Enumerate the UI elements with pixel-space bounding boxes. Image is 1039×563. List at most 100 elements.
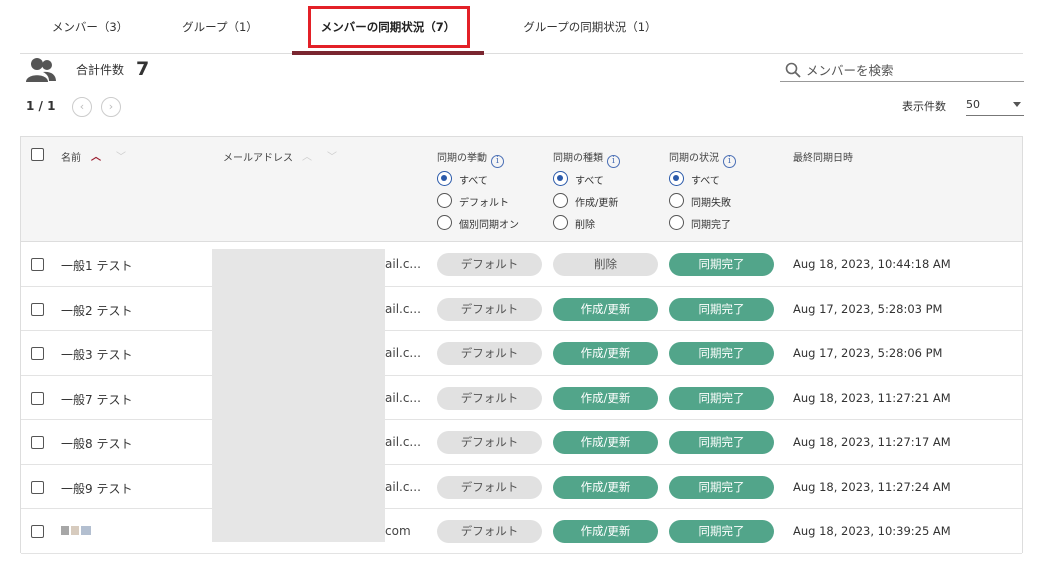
highlight-box (308, 6, 470, 48)
table-row[interactable]: 一般9 テスト ail.c... デフォルト 作成/更新 同期完了 Aug 18… (21, 464, 1022, 509)
redaction-mask (212, 249, 385, 542)
table-row[interactable]: 一般3 テスト ail.c... デフォルト 作成/更新 同期完了 Aug 17… (21, 331, 1022, 376)
member-email: ail.c... (385, 390, 421, 405)
radio-label: 削除 (575, 220, 595, 231)
per-page-select[interactable]: 50 (966, 96, 1024, 116)
chevron-right-icon[interactable]: › (101, 97, 121, 117)
last-sync-date: Aug 18, 2023, 10:39:25 AM (793, 524, 951, 538)
radio-label: すべて (575, 176, 604, 187)
kind-badge: 削除 (553, 253, 658, 276)
col-behavior: 同期の挙動 i (437, 149, 504, 168)
table-row[interactable]: 一般7 テスト ail.c... デフォルト 作成/更新 同期完了 Aug 18… (21, 375, 1022, 420)
last-sync-date: Aug 17, 2023, 5:28:06 PM (793, 346, 943, 360)
member-email: ail.c... (385, 346, 421, 360)
radio-circle (669, 171, 684, 186)
member-email: ail.c... (385, 257, 421, 271)
kind-badge: 作成/更新 (553, 386, 658, 410)
member-sync-table: 名前 ︿ ﹀ メールアドレス ︿ ﹀ 同期の挙動 i 同期の種類 i 同期の状況 i … (20, 136, 1023, 554)
per-page-value: 50 (966, 98, 980, 111)
select-all-checkbox[interactable] (31, 148, 44, 161)
search-icon (785, 62, 801, 78)
tab-group-sync-status[interactable]: グループの同期状況（1） (500, 0, 680, 54)
people-icon (26, 58, 56, 82)
last-sync-date: Aug 18, 2023, 11:27:17 AM (793, 435, 951, 449)
radio-circle (437, 215, 452, 230)
col-last-sync: 最終同期日時 (793, 153, 853, 164)
kind-badge: 作成/更新 (553, 475, 658, 499)
col-email: メールアドレス (223, 153, 293, 164)
row-checkbox[interactable] (31, 525, 44, 538)
table-row[interactable]: com デフォルト 作成/更新 同期完了 Aug 18, 2023, 10:39… (21, 509, 1022, 554)
col-behavior-label: 同期の挙動 (437, 153, 487, 164)
col-kind-label: 同期の種類 (553, 153, 603, 164)
status-badge: 同期完了 (669, 297, 774, 321)
radio-circle (669, 215, 684, 230)
search-input[interactable] (806, 60, 1021, 80)
radio-circle (437, 193, 452, 208)
total-count-label: 合計件数 (76, 63, 125, 77)
chevron-left-icon[interactable]: ‹ (72, 97, 92, 117)
status-badge: 同期完了 (669, 342, 774, 365)
member-name: 一般7 テスト (61, 392, 133, 407)
redacted-name (61, 526, 91, 535)
member-name: 一般9 テスト (61, 481, 133, 496)
table-row[interactable]: 一般1 テスト ail.c... デフォルト 削除 同期完了 Aug 18, 2… (21, 242, 1022, 287)
sort-up-icon[interactable]: ︿ (302, 148, 312, 163)
info-icon[interactable]: i (723, 155, 736, 168)
dropdown-caret-icon (1013, 102, 1021, 107)
member-email: com (385, 524, 411, 538)
radio-label: すべて (459, 176, 488, 187)
row-checkbox[interactable] (31, 347, 44, 360)
info-icon[interactable]: i (491, 155, 504, 168)
kind-badge: 作成/更新 (553, 297, 658, 321)
last-sync-date: Aug 18, 2023, 10:44:18 AM (793, 257, 951, 271)
kind-badge: 作成/更新 (553, 520, 658, 543)
info-icon[interactable]: i (607, 155, 620, 168)
member-email: ail.c... (385, 479, 421, 494)
col-status-label: 同期の状況 (669, 153, 719, 164)
table-header: 名前 ︿ ﹀ メールアドレス ︿ ﹀ 同期の挙動 i 同期の種類 i 同期の状況 i … (21, 137, 1022, 242)
radio-label: 同期完了 (691, 220, 731, 231)
row-checkbox[interactable] (31, 302, 44, 316)
kind-badge: 作成/更新 (553, 431, 658, 454)
behavior-badge: デフォルト (437, 253, 542, 276)
table-row[interactable]: 一般2 テスト ail.c... デフォルト 作成/更新 同期完了 Aug 17… (21, 286, 1022, 331)
radio-label: デフォルト (459, 198, 509, 209)
member-name: 一般2 テスト (61, 303, 133, 318)
row-checkbox[interactable] (31, 391, 44, 405)
sort-down-icon[interactable]: ﹀ (327, 148, 337, 163)
sort-up-icon[interactable]: ︿ (91, 148, 101, 163)
member-email: ail.c... (385, 435, 421, 449)
member-name: 一般8 テスト (61, 437, 133, 451)
last-sync-date: Aug 18, 2023, 11:27:21 AM (793, 390, 951, 405)
behavior-badge: デフォルト (437, 342, 542, 365)
row-checkbox[interactable] (31, 436, 44, 449)
last-sync-date: Aug 17, 2023, 5:28:03 PM (793, 301, 943, 316)
col-kind: 同期の種類 i (553, 149, 620, 168)
tab-groups[interactable]: グループ（1） (160, 0, 280, 54)
status-badge: 同期完了 (669, 475, 774, 499)
tab-members[interactable]: メンバー（3） (30, 0, 150, 54)
status-badge: 同期完了 (669, 520, 774, 543)
status-badge: 同期完了 (669, 386, 774, 410)
col-name: 名前 (61, 153, 81, 164)
tab-member-sync-status[interactable]: メンバーの同期状況（7） (292, 0, 484, 55)
total-count-value: 7 (136, 58, 150, 80)
behavior-badge: デフォルト (437, 297, 542, 321)
sort-down-icon[interactable]: ﹀ (116, 148, 126, 163)
row-checkbox[interactable] (31, 480, 44, 494)
member-search (780, 58, 1024, 82)
radio-label: 個別同期オン (459, 220, 519, 231)
radio-circle (553, 215, 568, 230)
radio-circle (437, 171, 452, 186)
member-email: ail.c... (385, 301, 421, 316)
radio-circle (553, 193, 568, 208)
page-indicator: 1 / 1 (26, 99, 56, 113)
table-row[interactable]: 一般8 テスト ail.c... デフォルト 作成/更新 同期完了 Aug 18… (21, 420, 1022, 465)
radio-circle (553, 171, 568, 186)
row-checkbox[interactable] (31, 258, 44, 271)
radio-circle (669, 193, 684, 208)
behavior-badge: デフォルト (437, 386, 542, 410)
col-status: 同期の状況 i (669, 149, 736, 168)
kind-badge: 作成/更新 (553, 342, 658, 365)
